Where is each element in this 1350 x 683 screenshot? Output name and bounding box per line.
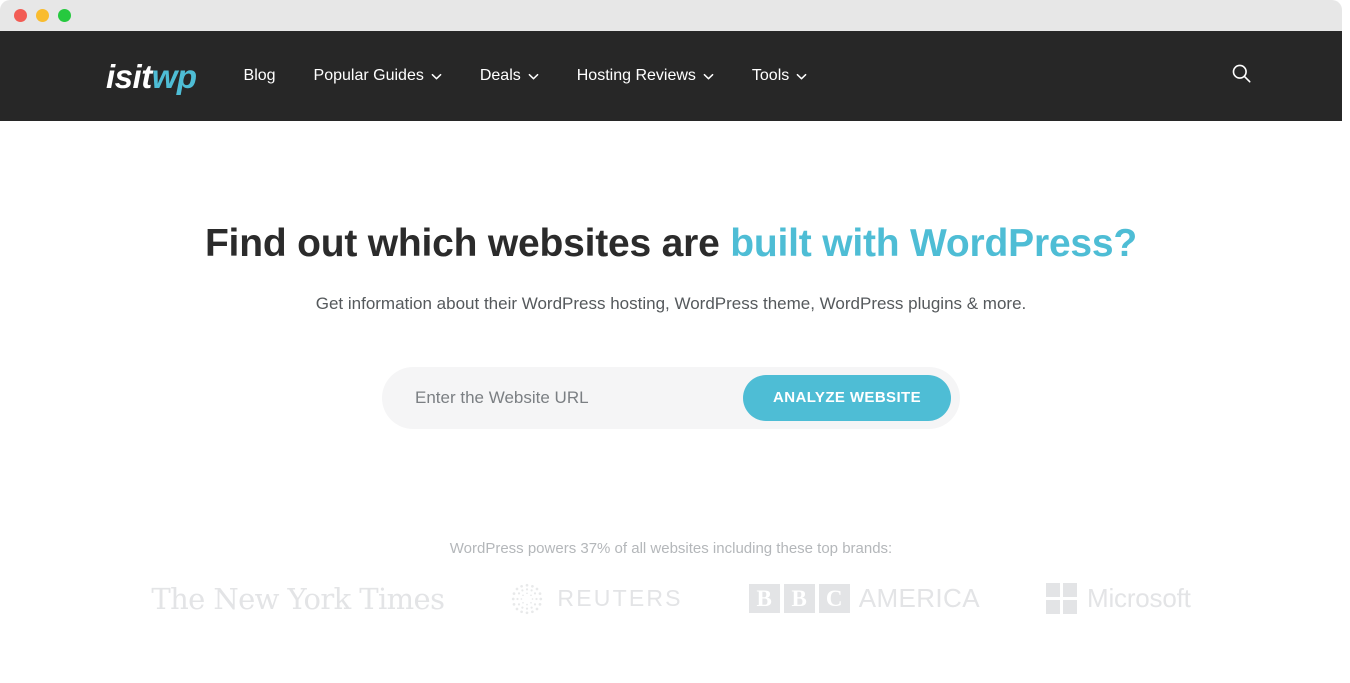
bbc-letter-box-3: C: [818, 584, 850, 614]
brand-logo-the-new-york-times: The New York Times: [151, 581, 445, 616]
hero-section: Find out which websites are built with W…: [0, 221, 1342, 616]
chevron-down-icon: [528, 71, 539, 82]
microsoft-square-2: [1062, 583, 1077, 598]
website-analyze-form: ANALYZE WEBSITE: [382, 366, 960, 429]
nav-item-deals[interactable]: Deals: [480, 59, 539, 93]
brand-logo-bbc-america: B B C AMERICA: [748, 583, 980, 614]
analyze-website-button[interactable]: ANALYZE WEBSITE: [743, 374, 951, 421]
nav-item-popular-guides[interactable]: Popular Guides: [314, 59, 442, 93]
main-navigation: Blog Popular Guides Deals Hosting Review…: [244, 59, 808, 93]
microsoft-square-1: [1045, 583, 1060, 598]
logo-text-primary: isit: [106, 57, 152, 95]
nav-label-tools: Tools: [751, 67, 790, 84]
nav-item-hosting-reviews[interactable]: Hosting Reviews: [577, 59, 714, 93]
traffic-light-controls: [14, 9, 71, 22]
nyt-wordmark: The New York Times: [151, 581, 445, 616]
nav-item-blog[interactable]: Blog: [244, 59, 276, 93]
page-title: Find out which websites are built with W…: [0, 221, 1342, 268]
brand-logo-microsoft: Microsoft: [1045, 583, 1191, 615]
chevron-down-icon: [796, 71, 807, 82]
maximize-window-button[interactable]: [58, 9, 71, 22]
microsoft-wordmark: Microsoft: [1086, 583, 1191, 614]
brands-caption: WordPress powers 37% of all websites inc…: [449, 539, 893, 557]
reuters-dot-ring-icon: [510, 582, 544, 616]
browser-window: isitwp Blog Popular Guides Deals Hosting…: [0, 0, 1342, 683]
bbc-letter-boxes: B B C: [748, 584, 850, 614]
nav-label-popular-guides: Popular Guides: [313, 67, 424, 84]
analyze-form-wrapper: ANALYZE WEBSITE: [0, 366, 1342, 429]
nav-label-deals: Deals: [479, 67, 521, 84]
bbc-letter-box-2: B: [783, 584, 815, 614]
website-url-input[interactable]: [382, 366, 744, 429]
chevron-down-icon: [431, 71, 442, 82]
site-logo[interactable]: isitwp: [106, 60, 197, 93]
browser-titlebar: [0, 0, 1342, 31]
minimize-window-button[interactable]: [36, 9, 49, 22]
headline-plain-text: Find out which websites are: [204, 222, 731, 265]
microsoft-squares-icon: [1045, 583, 1077, 615]
reuters-wordmark: REUTERS: [557, 585, 683, 612]
chevron-down-icon: [703, 71, 714, 82]
nav-label-blog: Blog: [243, 67, 276, 84]
brand-logo-reuters: REUTERS: [510, 582, 682, 616]
headline-accent-text: built with WordPress?: [730, 222, 1138, 265]
logo-text-accent: wp: [151, 57, 197, 95]
page-subtitle: Get information about their WordPress ho…: [315, 293, 1027, 313]
search-toggle-button[interactable]: [1228, 63, 1254, 89]
bbc-america-wordmark: AMERICA: [858, 583, 980, 614]
search-icon: [1231, 63, 1252, 89]
microsoft-square-4: [1062, 600, 1077, 615]
nav-item-tools[interactable]: Tools: [752, 59, 807, 93]
close-window-button[interactable]: [14, 9, 27, 22]
brand-logo-row: The New York Times REUTERS B B C AMERICA…: [0, 582, 1342, 616]
microsoft-square-3: [1045, 600, 1060, 615]
nav-label-hosting-reviews: Hosting Reviews: [576, 67, 696, 84]
page-root: isitwp Blog Popular Guides Deals Hosting…: [0, 0, 1350, 683]
bbc-letter-box-1: B: [748, 584, 780, 614]
site-header: isitwp Blog Popular Guides Deals Hosting…: [0, 31, 1342, 121]
